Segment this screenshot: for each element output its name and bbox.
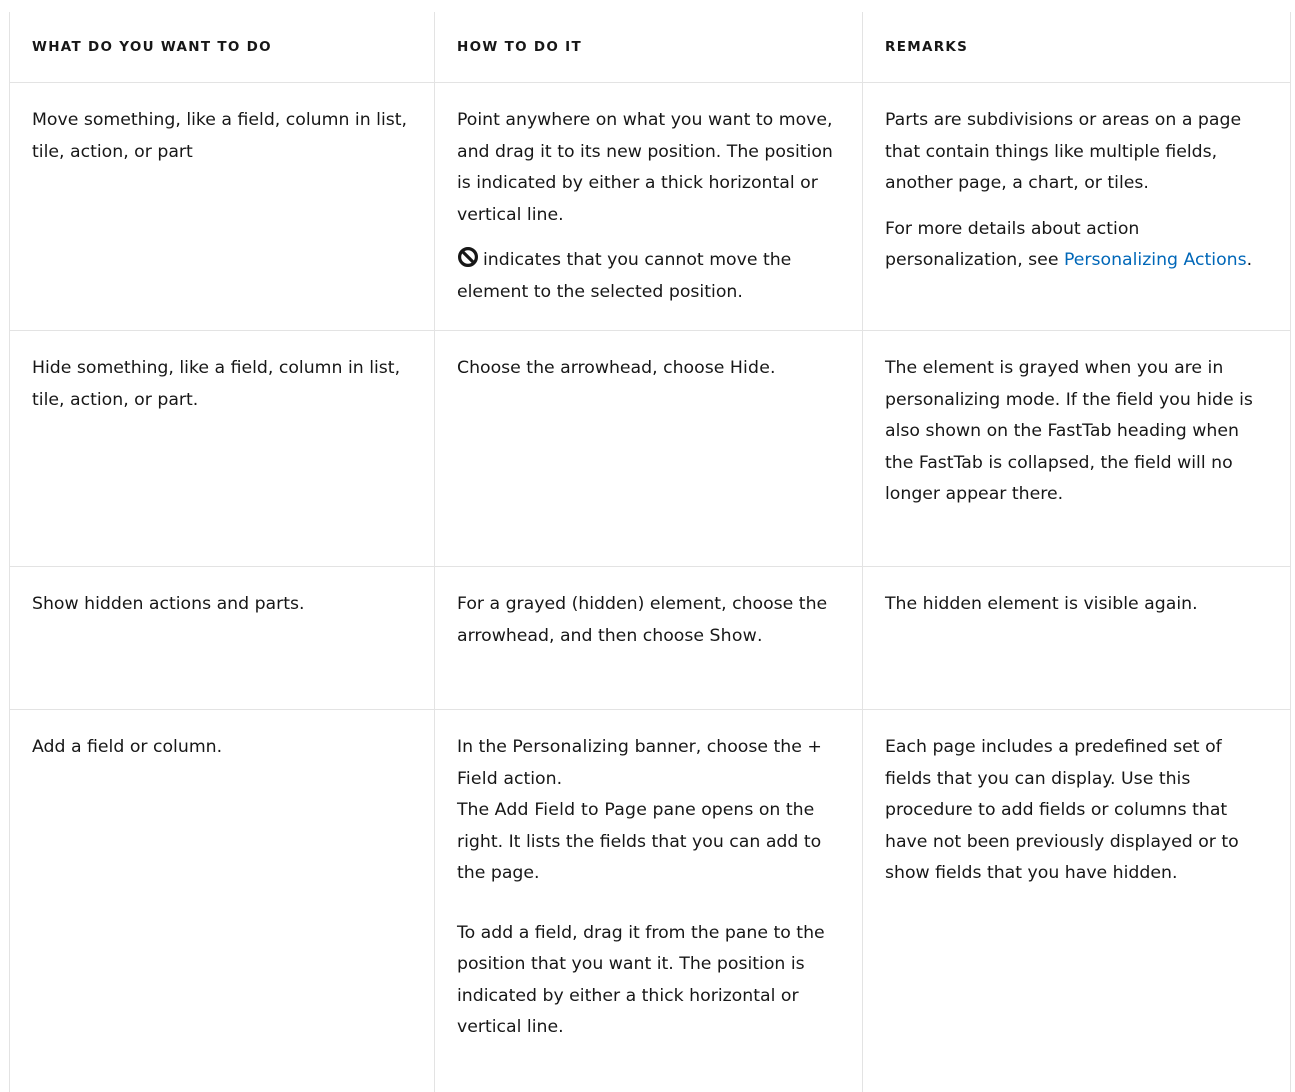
how-line2-prefix: The	[457, 800, 495, 820]
how-note: indicates that you cannot move the eleme…	[457, 245, 840, 308]
how-line1-prefix: In the	[457, 737, 512, 757]
table-header: WHAT DO YOU WANT TO DO HOW TO DO IT REMA…	[10, 12, 1291, 83]
how-text-prefix: For a grayed (hidden) element, choose th…	[457, 594, 827, 646]
how-text: For a grayed (hidden) element, choose th…	[457, 589, 840, 652]
add-field-to-page-ui-term: Add Field to Page	[495, 800, 647, 820]
cell-remarks: Each page includes a predefined set of f…	[863, 710, 1291, 1092]
how-text: Point anywhere on what you want to move,…	[457, 105, 840, 231]
table-row-add-field: Add a field or column. In the Personaliz…	[10, 710, 1291, 1092]
personalization-table: WHAT DO YOU WANT TO DO HOW TO DO IT REMA…	[9, 12, 1291, 1092]
cell-remarks: The hidden element is visible again.	[863, 567, 1291, 710]
what-text: Move something, like a field, column in …	[32, 105, 412, 168]
column-header-what: WHAT DO YOU WANT TO DO	[10, 12, 435, 83]
how-text-2: To add a field, drag it from the pane to…	[457, 918, 840, 1044]
cell-how: In the Personalizing banner, choose the …	[435, 710, 863, 1092]
cell-what: Add a field or column.	[10, 710, 435, 1092]
how-text-suffix: .	[757, 626, 763, 646]
table-row-show: Show hidden actions and parts. For a gra…	[10, 567, 1291, 710]
how-line1-middle: banner, choose the	[629, 737, 807, 757]
table-row-hide: Hide something, like a field, column in …	[10, 331, 1291, 567]
cell-how: Choose the arrowhead, choose Hide.	[435, 331, 863, 567]
cell-remarks: Parts are subdivisions or areas on a pag…	[863, 83, 1291, 331]
what-text: Add a field or column.	[32, 732, 412, 764]
how-text-suffix: .	[770, 358, 776, 378]
table-row-move: Move something, like a field, column in …	[10, 83, 1291, 331]
remarks-text: The element is grayed when you are in pe…	[885, 353, 1268, 511]
show-ui-term: Show	[710, 626, 757, 646]
cell-what: Hide something, like a field, column in …	[10, 331, 435, 567]
how-line1-suffix: action.	[498, 769, 562, 789]
column-header-how: HOW TO DO IT	[435, 12, 863, 83]
what-text: Hide something, like a field, column in …	[32, 353, 412, 416]
cell-remarks: The element is grayed when you are in pe…	[863, 331, 1291, 567]
cell-how: For a grayed (hidden) element, choose th…	[435, 567, 863, 710]
header-row: WHAT DO YOU WANT TO DO HOW TO DO IT REMA…	[10, 12, 1291, 83]
personalizing-ui-term: Personalizing	[512, 737, 629, 757]
how-text: Choose the arrowhead, choose Hide.	[457, 353, 840, 385]
column-header-remarks: REMARKS	[863, 12, 1291, 83]
how-text: In the Personalizing banner, choose the …	[457, 732, 840, 890]
hide-ui-term: Hide	[730, 358, 770, 378]
personalizing-actions-link[interactable]: Personalizing Actions	[1064, 250, 1247, 270]
remarks-text: Each page includes a predefined set of f…	[885, 732, 1268, 890]
cell-what: Show hidden actions and parts.	[10, 567, 435, 710]
what-text: Show hidden actions and parts.	[32, 589, 412, 621]
cell-how: Point anywhere on what you want to move,…	[435, 83, 863, 331]
no-entry-icon	[457, 246, 479, 268]
table-body: Move something, like a field, column in …	[10, 83, 1291, 1092]
how-text-prefix: Choose the arrowhead, choose	[457, 358, 730, 378]
remarks-text: Parts are subdivisions or areas on a pag…	[885, 105, 1268, 200]
how-note-text: indicates that you cannot move the eleme…	[457, 250, 791, 302]
remarks-link-paragraph: For more details about action personaliz…	[885, 214, 1268, 277]
remarks-link-suffix: .	[1247, 250, 1253, 270]
cell-what: Move something, like a field, column in …	[10, 83, 435, 331]
remarks-text: The hidden element is visible again.	[885, 589, 1268, 621]
